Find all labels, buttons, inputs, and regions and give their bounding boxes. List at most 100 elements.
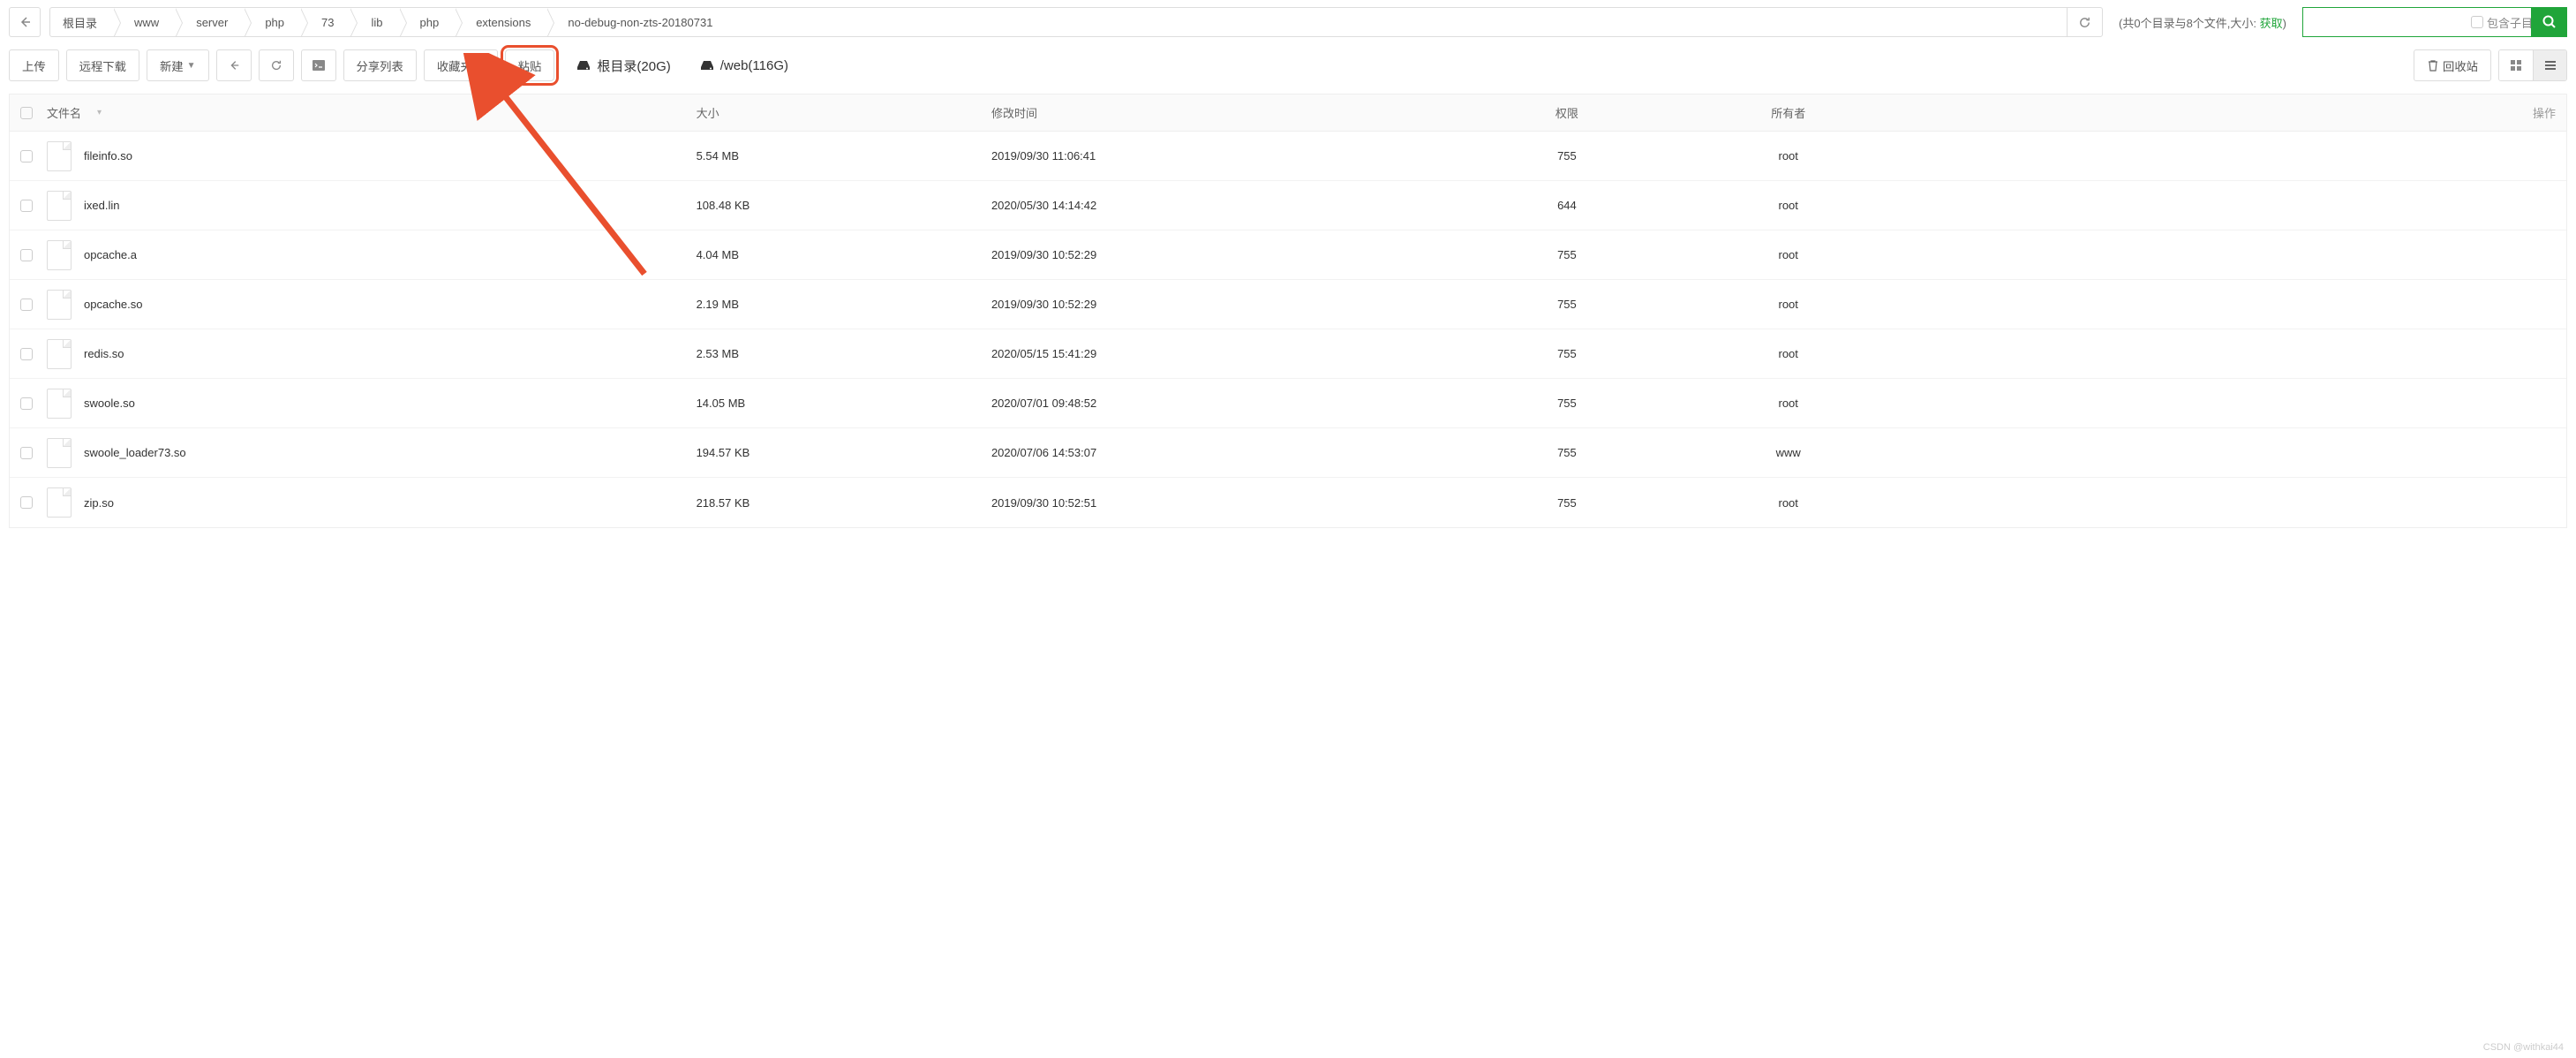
file-owner[interactable]: root [1670, 248, 1906, 261]
row-checkbox[interactable] [20, 447, 33, 459]
disk-web[interactable]: /web(116G) [699, 58, 788, 73]
file-size: 14.05 MB [697, 397, 991, 410]
file-perm[interactable]: 755 [1464, 397, 1670, 410]
list-view-button[interactable] [2533, 50, 2566, 80]
file-owner[interactable]: root [1670, 496, 1906, 510]
row-checkbox[interactable] [20, 200, 33, 212]
disk-root[interactable]: 根目录(20G) [576, 57, 670, 75]
file-name[interactable]: opcache.so [84, 298, 143, 311]
file-size: 2.53 MB [697, 347, 991, 360]
caret-down-icon: ▼ [187, 61, 196, 71]
breadcrumb-item[interactable]: no-debug-non-zts-20180731 [546, 8, 728, 36]
header-perm[interactable]: 权限 [1464, 104, 1670, 121]
remote-download-button[interactable]: 远程下载 [66, 49, 139, 81]
table-row[interactable]: opcache.a 4.04 MB2019/09/30 10:52:29755ro… [10, 230, 2566, 280]
header-owner[interactable]: 所有者 [1670, 104, 1906, 121]
row-checkbox[interactable] [20, 249, 33, 261]
header-mtime[interactable]: 修改时间 [991, 104, 1464, 121]
file-icon [47, 240, 72, 270]
upload-button[interactable]: 上传 [9, 49, 59, 81]
search-input[interactable] [2310, 16, 2466, 29]
table-row[interactable]: swoole.so 14.05 MB2020/07/01 09:48:52755r… [10, 379, 2566, 428]
table-row[interactable]: ixed.lin108.48 KB2020/05/30 14:14:42644r… [10, 181, 2566, 230]
table-row[interactable]: opcache.so2.19 MB2019/09/30 10:52:29755r… [10, 280, 2566, 329]
file-owner[interactable]: root [1670, 149, 1906, 162]
get-size-link[interactable]: 获取 [2260, 17, 2283, 30]
breadcrumb-item[interactable]: www [113, 8, 175, 36]
breadcrumb-item[interactable]: extensions [455, 8, 546, 36]
table-row[interactable]: fileinfo.so5.54 MB2019/09/30 11:06:41755… [10, 132, 2566, 181]
paste-button[interactable]: 粘贴 [505, 49, 555, 81]
nav-back-button[interactable] [216, 49, 252, 81]
refresh-icon [270, 59, 282, 72]
sort-icon: ▾ [97, 108, 102, 117]
recycle-bin-button[interactable]: 回收站 [2414, 49, 2491, 81]
file-name[interactable]: opcache.a [84, 248, 137, 261]
row-checkbox[interactable] [20, 299, 33, 311]
watermark: CSDN @withkai44 [2483, 1042, 2564, 1053]
table-header: 文件名▾ 大小 修改时间 权限 所有者 操作 [10, 94, 2566, 132]
file-name[interactable]: swoole.so [84, 397, 135, 410]
row-checkbox[interactable] [20, 348, 33, 360]
select-all-checkbox[interactable] [20, 107, 33, 119]
file-size: 218.57 KB [697, 496, 991, 510]
terminal-button[interactable] [301, 49, 336, 81]
file-mtime: 2019/09/30 10:52:29 [991, 248, 1464, 261]
search-icon [2542, 14, 2557, 30]
file-perm[interactable]: 755 [1464, 446, 1670, 459]
include-subdir-checkbox[interactable] [2471, 16, 2483, 28]
header-name[interactable]: 文件名▾ [47, 104, 697, 121]
file-icon [47, 339, 72, 369]
file-owner[interactable]: root [1670, 397, 1906, 410]
file-name[interactable]: redis.so [84, 347, 124, 360]
file-perm[interactable]: 755 [1464, 248, 1670, 261]
file-mtime: 2020/05/15 15:41:29 [991, 347, 1464, 360]
search-button[interactable] [2532, 7, 2567, 37]
file-name[interactable]: ixed.lin [84, 199, 119, 212]
table-row[interactable]: swoole_loader73.so194.57 KB2020/07/06 14… [10, 428, 2566, 478]
file-size: 194.57 KB [697, 446, 991, 459]
file-perm[interactable]: 755 [1464, 496, 1670, 510]
breadcrumb-item[interactable]: 根目录 [50, 8, 113, 36]
file-perm[interactable]: 755 [1464, 149, 1670, 162]
file-size: 2.19 MB [697, 298, 991, 311]
favorites-button[interactable]: 收藏夹▼ [424, 49, 498, 81]
file-perm[interactable]: 755 [1464, 347, 1670, 360]
reload-button[interactable] [259, 49, 294, 81]
table-row[interactable]: zip.so218.57 KB2019/09/30 10:52:51755roo… [10, 478, 2566, 527]
file-mtime: 2020/05/30 14:14:42 [991, 199, 1464, 212]
share-list-button[interactable]: 分享列表 [343, 49, 417, 81]
file-icon [47, 487, 72, 518]
file-owner[interactable]: www [1670, 446, 1906, 459]
file-perm[interactable]: 644 [1464, 199, 1670, 212]
grid-icon [2510, 59, 2522, 72]
file-icon [47, 438, 72, 468]
grid-view-button[interactable] [2499, 50, 2533, 80]
breadcrumb-item[interactable]: server [175, 8, 244, 36]
file-icon [47, 290, 72, 320]
file-icon [47, 141, 72, 171]
breadcrumb-item[interactable]: php [399, 8, 456, 36]
breadcrumb-item[interactable]: php [244, 8, 300, 36]
file-perm[interactable]: 755 [1464, 298, 1670, 311]
file-owner[interactable]: root [1670, 199, 1906, 212]
row-checkbox[interactable] [20, 150, 33, 162]
file-mtime: 2020/07/01 09:48:52 [991, 397, 1464, 410]
refresh-button[interactable] [2067, 8, 2102, 36]
header-size[interactable]: 大小 [697, 104, 991, 121]
file-owner[interactable]: root [1670, 298, 1906, 311]
file-size: 5.54 MB [697, 149, 991, 162]
table-row[interactable]: redis.so 2.53 MB2020/05/15 15:41:29755roo… [10, 329, 2566, 379]
terminal-icon [312, 59, 326, 72]
row-checkbox[interactable] [20, 397, 33, 410]
disk-icon [576, 59, 591, 72]
file-size: 4.04 MB [697, 248, 991, 261]
file-name[interactable]: fileinfo.so [84, 149, 132, 162]
file-owner[interactable]: root [1670, 347, 1906, 360]
file-name[interactable]: zip.so [84, 496, 114, 510]
caret-down-icon: ▼ [476, 61, 485, 71]
row-checkbox[interactable] [20, 496, 33, 509]
back-button[interactable] [9, 7, 41, 37]
file-name[interactable]: swoole_loader73.so [84, 446, 186, 459]
new-button[interactable]: 新建▼ [147, 49, 209, 81]
